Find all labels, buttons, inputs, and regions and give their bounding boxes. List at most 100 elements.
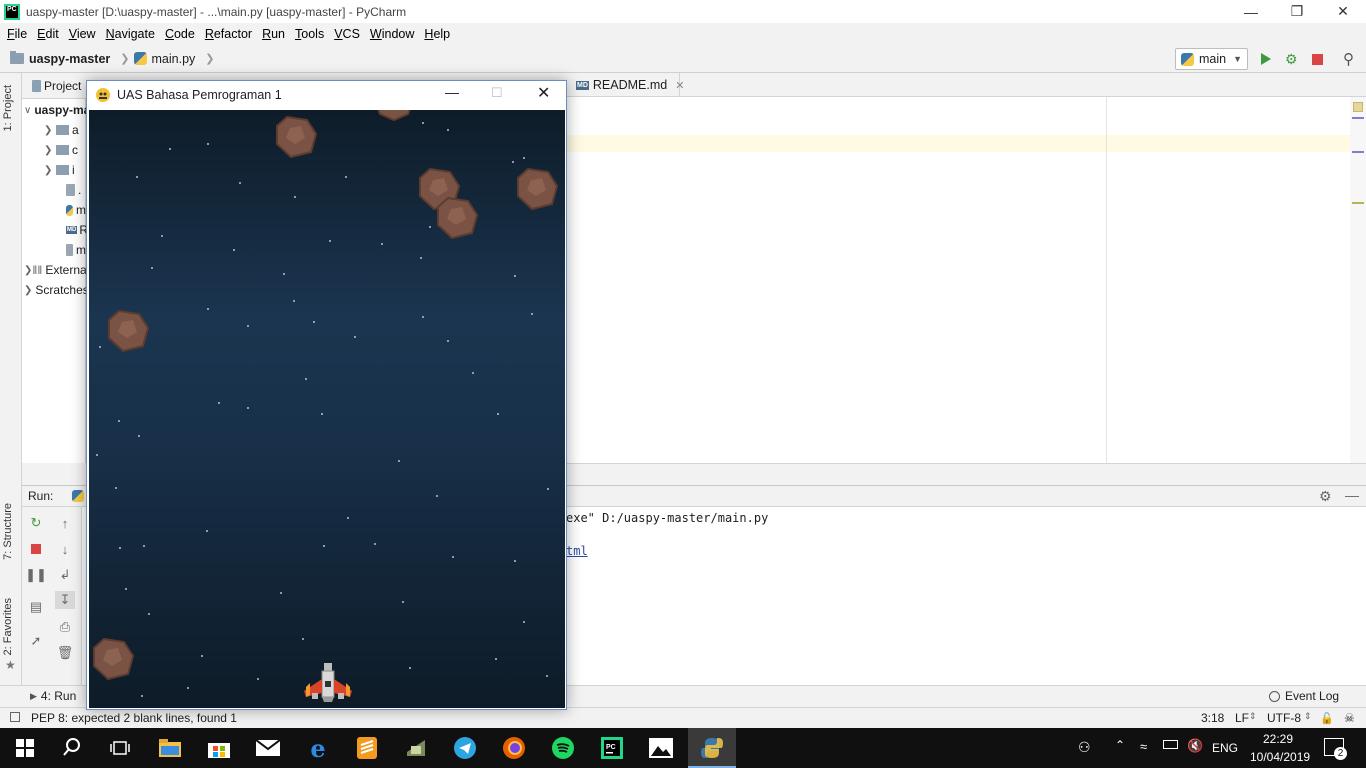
tab-project[interactable]: 1: Project	[2, 85, 14, 131]
clock-time[interactable]: 22:29	[1263, 732, 1293, 746]
menu-run[interactable]: Run	[257, 27, 290, 41]
stop-button[interactable]	[1312, 54, 1323, 65]
trash-icon[interactable]: 🗑	[57, 645, 74, 661]
game-maximize-button[interactable]: ☐	[491, 85, 503, 101]
tree-root[interactable]: ∨ uaspy-master	[24, 100, 86, 120]
error-stripe-mark[interactable]	[1352, 202, 1364, 204]
tree-file[interactable]: m	[66, 240, 86, 260]
stop-icon	[1312, 54, 1323, 65]
caret-position[interactable]: 3:18	[1201, 711, 1224, 725]
game-minimize-button[interactable]: —	[445, 84, 459, 100]
mail-icon[interactable]	[256, 736, 280, 760]
line-separator[interactable]: LF	[1235, 711, 1249, 725]
close-button[interactable]: ✕	[1320, 0, 1366, 23]
search-icon[interactable]	[63, 738, 81, 756]
close-tab-icon[interactable]: ✕	[675, 79, 684, 92]
error-stripe-mark[interactable]	[1352, 117, 1364, 119]
chevron-up-icon[interactable]: ⌃	[1115, 738, 1125, 752]
menu-help[interactable]: Help	[419, 27, 455, 41]
layout-icon[interactable]: ▤	[28, 599, 44, 615]
error-stripe-mark[interactable]	[1352, 151, 1364, 153]
tree-file[interactable]: .	[66, 180, 86, 200]
lock-icon[interactable]: 🔓	[1320, 712, 1334, 725]
language-indicator[interactable]: ENG	[1212, 741, 1238, 755]
run-configuration-select[interactable]: main ▼	[1175, 48, 1248, 70]
tab-run[interactable]: ▶ 4: Run	[30, 689, 76, 703]
hide-panel-icon[interactable]: —	[1345, 487, 1359, 503]
minimize-button[interactable]: —	[1228, 0, 1274, 23]
sublime-icon[interactable]	[355, 736, 379, 760]
menu-view[interactable]: View	[64, 27, 101, 41]
app-icon[interactable]	[404, 736, 428, 760]
settings-gear-icon[interactable]: ⚙	[1319, 488, 1332, 505]
arrow-up-icon[interactable]: ↑	[57, 515, 73, 531]
tree-folder-i[interactable]: ❯ i	[44, 160, 86, 180]
tab-readme[interactable]: MD README.md ✕	[568, 73, 684, 97]
firefox-icon[interactable]	[502, 736, 526, 760]
print-icon[interactable]: ⎙	[57, 619, 73, 635]
volume-muted-icon[interactable]: 🔇	[1187, 738, 1203, 754]
wifi-icon[interactable]: ≈	[1140, 739, 1147, 754]
tool-windows-toggle-icon[interactable]	[10, 712, 20, 722]
run-button[interactable]	[1261, 53, 1271, 65]
arrow-down-icon[interactable]: ↓	[57, 541, 73, 557]
pause-icon[interactable]: ❚❚	[25, 567, 47, 583]
navigation-bar: uaspy-master ❯ main.py ❯	[0, 45, 1366, 73]
photos-icon[interactable]	[649, 736, 673, 760]
restore-button[interactable]: ❐	[1274, 0, 1320, 23]
run-panel-label: Run:	[28, 489, 54, 503]
game-canvas[interactable]	[89, 110, 565, 708]
star	[323, 545, 325, 547]
stop-run-button[interactable]	[28, 541, 44, 557]
game-window[interactable]: UAS Bahasa Pemrograman 1 — ☐ ✕	[86, 80, 567, 710]
tree-folder-c[interactable]: ❯ c	[44, 140, 86, 160]
tab-structure[interactable]: 7: Structure	[2, 503, 14, 560]
store-icon[interactable]	[207, 736, 231, 760]
tab-favorites[interactable]: 2: Favorites	[2, 598, 14, 655]
scroll-to-end-icon[interactable]: ↧	[55, 591, 75, 609]
breadcrumb-file[interactable]: main.py	[133, 52, 195, 66]
tree-file-main[interactable]: m	[66, 200, 86, 220]
tree-folder-a[interactable]: ❯ a	[44, 120, 86, 140]
python-icon[interactable]	[700, 736, 724, 760]
breadcrumb-project[interactable]: uaspy-master	[10, 51, 110, 66]
file-explorer-icon[interactable]	[158, 736, 182, 760]
menu-file[interactable]: File	[2, 27, 32, 41]
pin-icon[interactable]: ➚	[28, 633, 44, 649]
game-window-titlebar[interactable]: UAS Bahasa Pemrograman 1 — ☐ ✕	[87, 81, 566, 109]
inspection-status-icon[interactable]	[1353, 102, 1363, 112]
edge-icon[interactable]: e	[306, 734, 330, 763]
menu-edit[interactable]: Edit	[32, 27, 64, 41]
tree-file-readme[interactable]: MD R	[66, 220, 86, 240]
task-view-icon[interactable]	[110, 739, 130, 757]
rerun-icon[interactable]: ↻	[28, 515, 44, 531]
menu-vcs[interactable]: VCS	[329, 27, 365, 41]
telegram-icon[interactable]	[453, 736, 477, 760]
debug-button[interactable]: ⚙	[1285, 51, 1298, 68]
inspector-icon[interactable]: ☠	[1344, 711, 1355, 725]
star	[247, 407, 249, 409]
chevron-updown-icon: ⇕	[1249, 711, 1257, 721]
star	[436, 495, 438, 497]
soft-wrap-icon[interactable]: ↲	[57, 567, 73, 583]
error-stripe[interactable]	[1350, 97, 1366, 463]
menu-navigate[interactable]: Navigate	[101, 27, 160, 41]
event-log-button[interactable]: Event Log	[1269, 689, 1339, 703]
battery-icon[interactable]	[1163, 740, 1178, 749]
menu-tools[interactable]: Tools	[290, 27, 329, 41]
clock-date[interactable]: 10/04/2019	[1250, 750, 1310, 764]
spotify-icon[interactable]	[551, 736, 575, 760]
file-encoding[interactable]: UTF-8	[1267, 711, 1301, 725]
menu-code[interactable]: Code	[160, 27, 200, 41]
menu-refactor[interactable]: Refactor	[200, 27, 257, 41]
tree-external-libraries[interactable]: ❯ ‖‖ External Libraries	[24, 260, 86, 280]
pycharm-icon[interactable]: PC	[600, 736, 624, 760]
tree-scratches[interactable]: ❯ Scratches and Consoles	[24, 280, 86, 300]
search-everywhere-button[interactable]: ⚲	[1343, 50, 1354, 68]
console-link[interactable]: tml	[566, 544, 588, 558]
people-icon[interactable]: ⚇	[1078, 739, 1091, 756]
windows-start-icon[interactable]	[16, 739, 34, 757]
run-icon	[1261, 53, 1271, 65]
menu-window[interactable]: Window	[365, 27, 419, 41]
game-close-button[interactable]: ✕	[537, 83, 550, 103]
